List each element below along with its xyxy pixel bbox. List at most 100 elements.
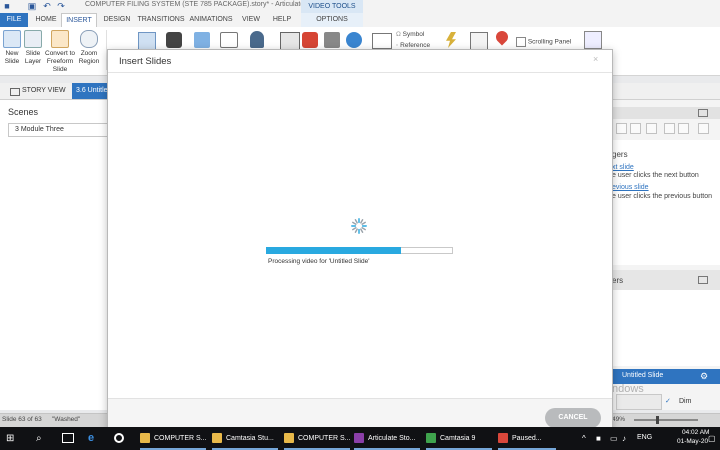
tray-overflow-icon[interactable]: ^ (582, 427, 586, 450)
trigger-copy-button[interactable] (616, 123, 627, 134)
web-object-icon[interactable] (346, 32, 362, 48)
freeform-icon (51, 30, 69, 48)
trigger-next-slide-link[interactable]: xt slide (612, 164, 634, 171)
zoom-region-button[interactable]: Zoom Region (78, 30, 100, 66)
tab-view[interactable]: VIEW (238, 13, 264, 27)
character-icon[interactable] (250, 31, 264, 48)
clock-time[interactable]: 04:02 AM (682, 429, 709, 436)
tab-home[interactable]: HOME (32, 13, 60, 27)
video-icon[interactable] (280, 32, 300, 50)
scrolling-panel-button[interactable]: Scrolling Panel (516, 37, 571, 47)
tab-design[interactable]: DESIGN (100, 13, 134, 27)
spinner-tick (352, 221, 357, 225)
tab-insert[interactable]: INSERT (61, 13, 97, 27)
layers-list (612, 290, 720, 366)
search-icon[interactable]: ⌕ (36, 427, 42, 450)
taskbar-item-computer-folder-2[interactable]: COMPUTER S... (284, 427, 351, 450)
spinner-tick (354, 228, 358, 233)
convert-freeform-button[interactable]: Convert to Freeform Slide (45, 30, 75, 74)
check-icon[interactable]: ✓ (665, 397, 671, 405)
caption-icon[interactable] (220, 32, 238, 48)
zoom-level: 49% (612, 416, 626, 423)
camtasia-tray-icon[interactable]: ■ (596, 427, 601, 450)
taskbar-item-camtasia[interactable]: Camtasia 9 (426, 427, 492, 450)
battery-icon[interactable]: ▭ (610, 427, 618, 450)
taskbar-item-paused[interactable]: Paused... (498, 427, 556, 450)
redo-icon[interactable]: ↷ (56, 1, 66, 11)
trigger-delete-button[interactable] (646, 123, 657, 134)
picture-icon[interactable] (138, 32, 156, 50)
symbol-button[interactable]: Ω Symbol (396, 31, 424, 38)
progress-fill (266, 247, 401, 254)
start-windows-icon[interactable]: ⊞ (6, 427, 14, 450)
audio-icon[interactable] (324, 32, 340, 48)
window-title: COMPUTER FILING SYSTEM (STE 785 PACKAGE)… (85, 1, 336, 8)
taskbar-item-articulate[interactable]: Articulate Sto... (354, 427, 420, 450)
volume-icon[interactable]: ♪ (622, 427, 626, 450)
trigger-move-up-button[interactable] (664, 123, 675, 134)
tab-help[interactable]: HELP (268, 13, 296, 27)
loading-spinner-icon (351, 218, 367, 234)
reference-button[interactable]: ◦ Reference (396, 42, 430, 49)
layer-buttons[interactable] (616, 394, 662, 410)
articulate-icon (354, 433, 364, 444)
camtasia-icon (426, 433, 436, 444)
spinner-tick (361, 221, 366, 225)
app-icon: ■ (4, 1, 10, 11)
theme-name: "Washed" (52, 416, 81, 423)
spinner-tick (360, 219, 364, 224)
reference-icon: ◦ (396, 42, 399, 49)
save-icon[interactable]: ▣ (27, 1, 37, 11)
video-tools-context-label: VIDEO TOOLS (301, 0, 363, 13)
taskbar-item-computer-folder-1[interactable]: COMPUTER S... (140, 427, 207, 450)
triggers-list (612, 140, 720, 265)
taskbar-item-camtasia-studio[interactable]: Camtasia Stu... (212, 427, 278, 450)
gear-icon[interactable]: ⚙ (700, 371, 708, 382)
new-slide-button[interactable]: New Slide (2, 30, 22, 66)
dialog-divider (108, 72, 612, 73)
trigger-paste-button[interactable] (630, 123, 641, 134)
slide-layer-button[interactable]: Slide Layer (23, 30, 43, 66)
preview-icon[interactable] (584, 31, 602, 49)
triggers-heading: gers (612, 150, 628, 159)
spinner-tick (354, 219, 358, 224)
flash-icon[interactable] (302, 32, 318, 48)
edge-icon[interactable]: e (88, 427, 94, 450)
notifications-icon[interactable]: ▢ (708, 427, 716, 450)
tab-untitled-slide[interactable]: 3.6 Untitled Slide (72, 83, 112, 99)
undo-icon[interactable]: ↶ (42, 1, 52, 11)
spinner-tick (352, 227, 357, 231)
zoom-slider[interactable] (634, 419, 698, 421)
trigger-options-button[interactable] (698, 123, 709, 134)
slide-layer-icon (24, 30, 42, 48)
scene-dropdown[interactable]: 3 Module Three (8, 123, 108, 137)
text-box-icon[interactable] (372, 33, 392, 49)
cancel-button[interactable]: CANCEL (545, 408, 601, 428)
task-view-icon[interactable] (62, 427, 74, 450)
screenshot-icon[interactable] (166, 32, 182, 48)
input-language[interactable]: ENG (637, 434, 652, 441)
trigger-move-down-button[interactable] (678, 123, 689, 134)
dialog-title: Insert Slides (119, 56, 172, 67)
tab-options[interactable]: OPTIONS (301, 13, 363, 27)
trigger-previous-slide-link[interactable]: evious slide (612, 184, 649, 191)
folder-icon (212, 433, 222, 444)
close-icon[interactable]: × (593, 54, 598, 64)
tab-file[interactable]: FILE (0, 13, 28, 27)
zoom-icon (80, 30, 98, 48)
zoom-slider-thumb[interactable] (656, 416, 659, 424)
tab-transitions[interactable]: TRANSITIONS (136, 13, 186, 27)
tab-animations[interactable]: ANIMATIONS (188, 13, 234, 27)
insert-slides-dialog (107, 49, 613, 431)
spinner-tick (360, 228, 364, 233)
camtasia-recorder-icon[interactable] (114, 427, 124, 450)
clock-date[interactable]: 01-May-20 (677, 438, 708, 445)
layers-maximize-icon[interactable] (698, 276, 708, 284)
story-view-icon (10, 88, 20, 96)
dim-label: Dim (679, 398, 692, 405)
trigger-next-desc: e user clicks the next button (612, 172, 699, 179)
shape-icon[interactable] (194, 32, 210, 48)
controls-icon[interactable] (470, 32, 488, 50)
processing-status: Processing video for 'Untitled Slide' (268, 258, 370, 265)
panel-maximize-icon[interactable] (698, 109, 708, 117)
